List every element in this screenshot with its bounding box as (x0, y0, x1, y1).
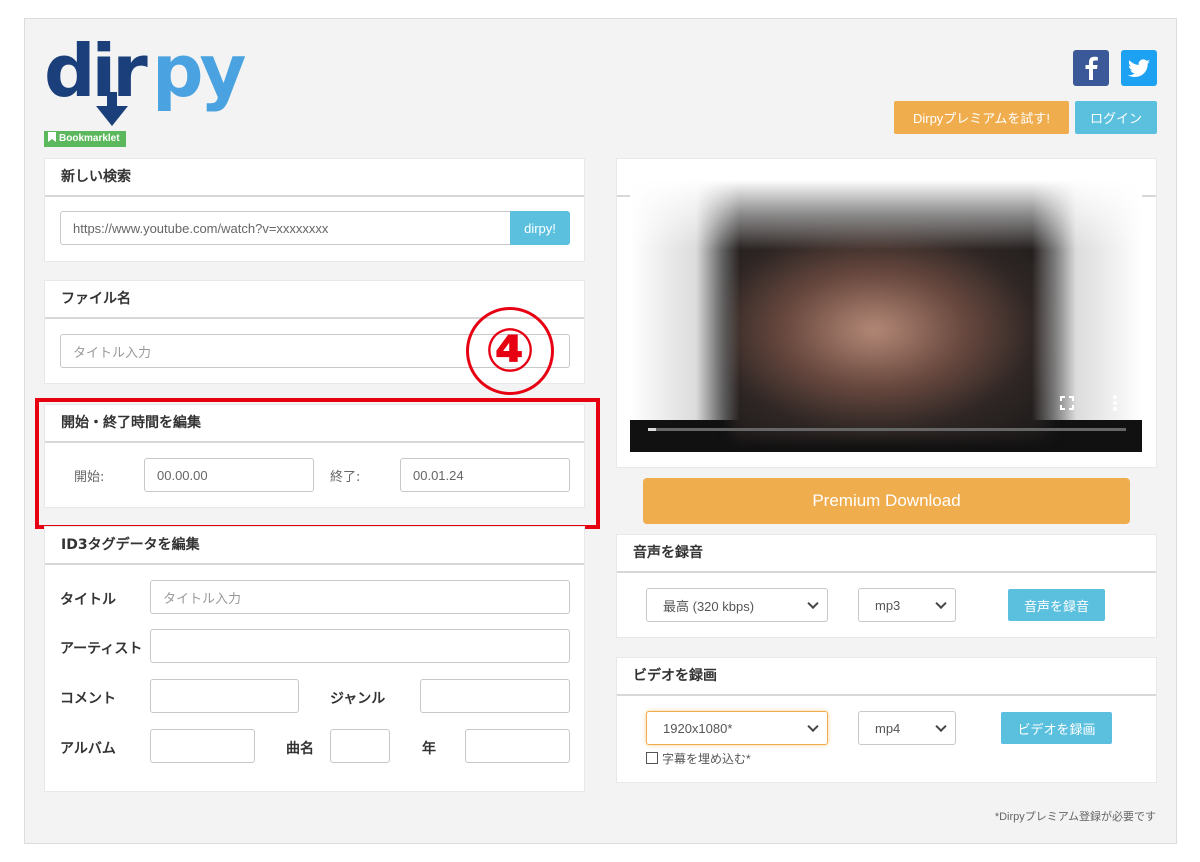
premium-download-button[interactable]: Premium Download (643, 478, 1130, 524)
logo-text-dark: dir (44, 34, 148, 113)
id3-panel-title: ID3タグデータを編集 (45, 527, 584, 565)
id3-artist-label: アーティスト (60, 641, 143, 657)
logo-text-light: py (152, 34, 246, 113)
video-format-select[interactable]: mp4 (858, 711, 956, 745)
id3-title-label: タイトル (60, 592, 116, 608)
twitter-icon[interactable] (1121, 50, 1157, 86)
url-input[interactable]: https://www.youtube.com/watch?v=xxxxxxxx (60, 211, 512, 245)
record-video-button[interactable]: ビデオを録画 (1001, 712, 1112, 744)
audio-panel: 音声を録音 (616, 534, 1157, 638)
id3-comment-input[interactable] (150, 679, 299, 713)
id3-year-input[interactable] (465, 729, 570, 763)
video-progress-bar[interactable] (648, 428, 1126, 431)
id3-album-input[interactable] (150, 729, 255, 763)
id3-artist-input[interactable] (150, 629, 570, 663)
id3-genre-input[interactable] (420, 679, 570, 713)
chevron-down-icon (807, 597, 819, 610)
id3-year-label: 年 (422, 741, 436, 757)
dirpy-logo[interactable]: dir py (44, 34, 254, 129)
video-thumbnail (730, 220, 1050, 440)
embed-subtitles-checkbox[interactable] (646, 752, 658, 764)
highlight-box (35, 398, 600, 529)
audio-quality-select[interactable]: 最高 (320 kbps) (646, 588, 828, 622)
search-panel: 新しい検索 (44, 158, 585, 262)
id3-album-label: アルバム (60, 741, 116, 757)
down-arrow-icon (96, 106, 128, 126)
chevron-down-icon (807, 720, 819, 733)
audio-panel-title: 音声を録音 (617, 535, 1156, 573)
login-button[interactable]: ログイン (1075, 101, 1157, 134)
embed-subtitles-label: 字幕を埋め込む* (662, 752, 751, 766)
video-player[interactable] (630, 180, 1142, 452)
premium-footnote: *Dirpyプレミアム登録が必要です (994, 811, 1156, 823)
bookmarklet-badge[interactable]: Bookmarklet (44, 131, 126, 147)
fullscreen-icon[interactable] (1060, 396, 1074, 410)
video-record-panel-title: ビデオを録画 (617, 658, 1156, 696)
try-premium-button[interactable]: Dirpyプレミアムを試す! (894, 101, 1069, 134)
search-panel-title: 新しい検索 (45, 159, 584, 197)
bookmark-icon (48, 132, 56, 142)
dirpy-submit-button[interactable]: dirpy! (510, 211, 570, 245)
annotation-number: ④ (466, 307, 554, 395)
record-audio-button[interactable]: 音声を録音 (1008, 589, 1105, 621)
chevron-down-icon (935, 597, 947, 610)
id3-track-input[interactable] (330, 729, 390, 763)
facebook-icon[interactable] (1073, 50, 1109, 86)
audio-format-select[interactable]: mp3 (858, 588, 956, 622)
more-options-icon[interactable] (1112, 394, 1118, 412)
id3-genre-label: ジャンル (330, 691, 386, 707)
id3-title-input[interactable]: タイトル入力 (150, 580, 570, 614)
id3-comment-label: コメント (60, 691, 116, 707)
video-resolution-select[interactable]: 1920x1080* (646, 711, 828, 745)
id3-track-label: 曲名 (286, 741, 314, 757)
chevron-down-icon (935, 720, 947, 733)
